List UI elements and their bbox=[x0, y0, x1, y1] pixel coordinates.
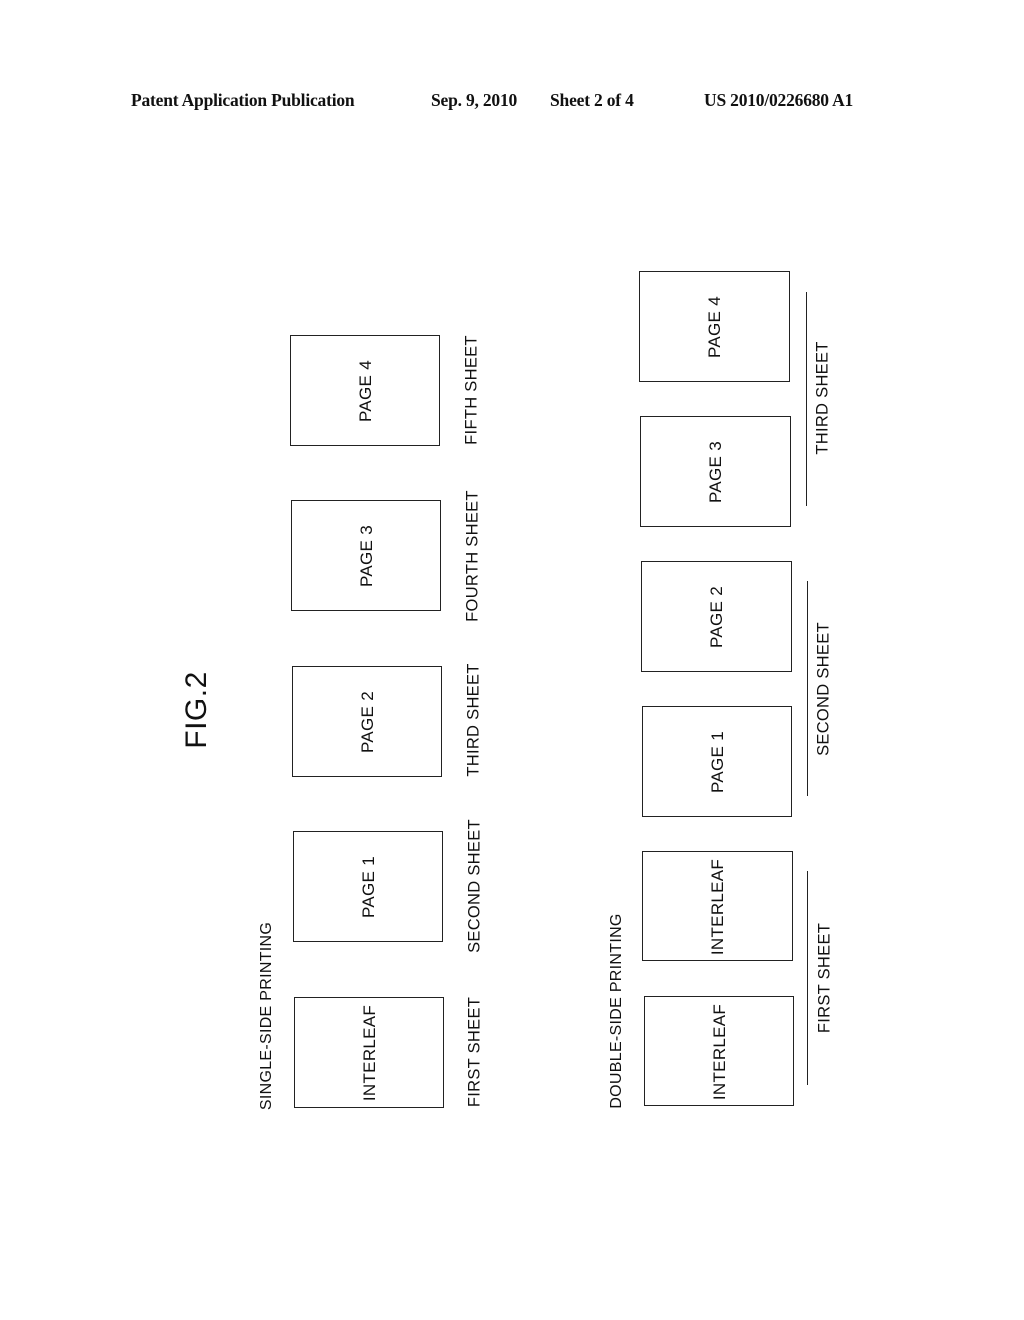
box-label: INTERLEAF bbox=[708, 858, 727, 956]
single-sheet-1-label: FIRST SHEET bbox=[465, 996, 484, 1108]
double-sheet-1-label: FIRST SHEET bbox=[815, 922, 834, 1034]
double-box-4: PAGE 2 bbox=[641, 561, 792, 672]
box-label: PAGE 2 bbox=[358, 691, 377, 753]
box-label: PAGE 3 bbox=[706, 441, 725, 503]
third-sheet-bracket-line bbox=[806, 292, 807, 506]
sheet-number: Sheet 2 of 4 bbox=[550, 90, 634, 110]
single-sheet-1-box: INTERLEAF bbox=[294, 997, 444, 1108]
double-sheet-3-label: THIRD SHEET bbox=[813, 341, 832, 455]
box-label: PAGE 3 bbox=[357, 525, 376, 587]
double-side-title: DOUBLE-SIDE PRINTING bbox=[608, 913, 625, 1109]
publication-date: Sep. 9, 2010 bbox=[431, 90, 518, 110]
single-sheet-5-label: FIFTH SHEET bbox=[462, 335, 481, 445]
double-box-1: INTERLEAF bbox=[644, 996, 794, 1106]
box-label: PAGE 1 bbox=[359, 856, 378, 918]
box-label: PAGE 1 bbox=[708, 731, 727, 793]
single-sheet-2-box: PAGE 1 bbox=[293, 831, 443, 942]
single-sheet-4-box: PAGE 3 bbox=[291, 500, 441, 611]
double-box-2: INTERLEAF bbox=[642, 851, 793, 961]
single-sheet-3-label: THIRD SHEET bbox=[464, 663, 483, 777]
publication-type: Patent Application Publication bbox=[131, 90, 355, 110]
double-sheet-2-label: SECOND SHEET bbox=[814, 622, 833, 756]
figure-label: FIG.2 bbox=[180, 671, 213, 749]
box-label: PAGE 2 bbox=[707, 586, 726, 648]
box-label: INTERLEAF bbox=[360, 1004, 379, 1102]
patent-number: US 2010/0226680 A1 bbox=[704, 90, 854, 110]
double-box-5: PAGE 3 bbox=[640, 416, 791, 527]
box-label: INTERLEAF bbox=[710, 1003, 729, 1101]
second-sheet-bracket-line bbox=[807, 581, 808, 796]
box-label: PAGE 4 bbox=[705, 296, 724, 358]
single-sheet-4-label: FOURTH SHEET bbox=[463, 490, 482, 622]
single-sheet-3-box: PAGE 2 bbox=[292, 666, 442, 777]
single-sheet-5-box: PAGE 4 bbox=[290, 335, 440, 446]
single-side-title: SINGLE-SIDE PRINTING bbox=[258, 921, 275, 1111]
double-box-3: PAGE 1 bbox=[642, 706, 792, 817]
first-sheet-bracket-line bbox=[807, 871, 808, 1085]
single-sheet-2-label: SECOND SHEET bbox=[465, 819, 484, 953]
box-label: PAGE 4 bbox=[356, 360, 375, 422]
double-box-6: PAGE 4 bbox=[639, 271, 790, 382]
